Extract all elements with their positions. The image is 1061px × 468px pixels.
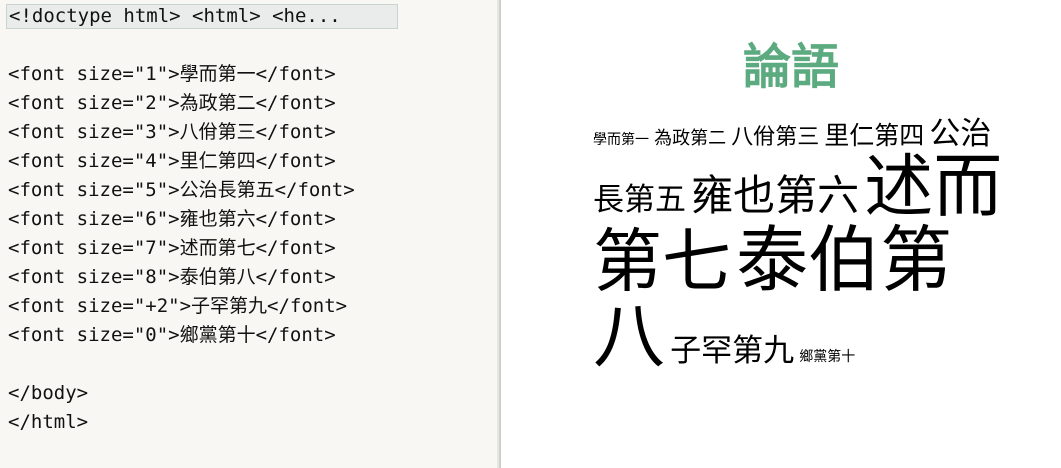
- code-line[interactable]: <font size="8">泰伯第八</font>: [8, 263, 336, 292]
- chapter-list: 學而第一 為政第二 八佾第三 里仁第四 公治長第五 雍也第六 述而第七 泰伯第八…: [593, 118, 1005, 374]
- code-line[interactable]: <font size="0">鄉黨第十</font>: [8, 321, 336, 350]
- code-line[interactable]: <font size="3">八佾第三</font>: [8, 118, 336, 147]
- chapter-item-size-plus-2: 子罕第九: [670, 332, 795, 369]
- code-line[interactable]: <font size="4">里仁第四</font>: [8, 147, 336, 176]
- rendered-preview-pane: 論語 學而第一 為政第二 八佾第三 里仁第四 公治長第五 雍也第六 述而第七 泰…: [501, 0, 1061, 468]
- page-heading: 論語: [742, 39, 839, 95]
- code-line[interactable]: <font size="1">學而第一</font>: [8, 60, 336, 89]
- code-line[interactable]: <font size="5">公治長第五</font>: [8, 176, 355, 205]
- code-line[interactable]: <font size="6">雍也第六</font>: [8, 205, 336, 234]
- chapter-item-size-1: 學而第一: [593, 132, 649, 148]
- chapter-item-size-0: 鄉黨第十: [799, 348, 856, 365]
- code-editor-pane[interactable]: <!doctype html> <html> <he... <font size…: [0, 0, 500, 468]
- code-line[interactable]: <font size="+2">子罕第九</font>: [8, 292, 347, 321]
- chapter-item-size-6: 雍也第六: [691, 170, 860, 220]
- collapsed-code-fold[interactable]: <!doctype html> <html> <he...: [6, 4, 398, 29]
- code-line[interactable]: </html>: [8, 408, 88, 437]
- code-line[interactable]: <font size="2">為政第二</font>: [8, 89, 336, 118]
- chapter-item-size-2: 為政第二: [654, 128, 727, 149]
- chapter-item-size-3: 八佾第三: [731, 125, 820, 150]
- code-line[interactable]: </body>: [8, 379, 88, 408]
- code-line[interactable]: <font size="7">述而第七</font>: [8, 234, 336, 263]
